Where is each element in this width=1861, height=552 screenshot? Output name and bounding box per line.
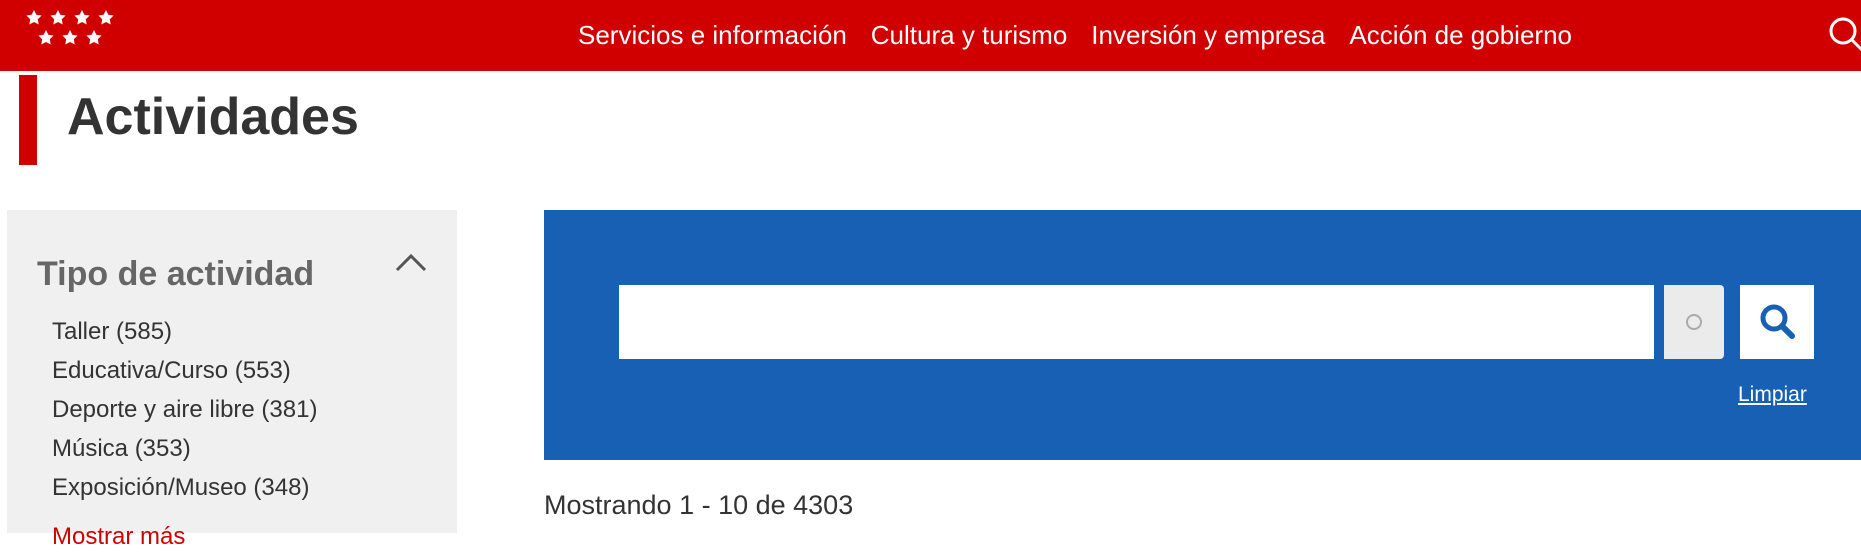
facet-title: Tipo de actividad — [37, 255, 315, 293]
facet-item-exposicion[interactable]: Exposición/Museo (348) — [52, 473, 317, 512]
nav-item-inversion[interactable]: Inversión y empresa — [1091, 20, 1325, 51]
facet-item-taller[interactable]: Taller (585) — [52, 317, 317, 356]
results-summary: Mostrando 1 - 10 de 4303 — [544, 490, 854, 520]
search-button[interactable] — [1740, 285, 1814, 359]
title-accent-bar — [19, 75, 37, 165]
show-more-link[interactable]: Mostrar más — [52, 522, 185, 552]
page-title: Actividades — [67, 88, 359, 146]
facet-list: Taller (585) Educativa/Curso (553) Depor… — [52, 317, 317, 512]
nav-item-servicios[interactable]: Servicios e información — [578, 20, 847, 51]
facet-item-educativa[interactable]: Educativa/Curso (553) — [52, 356, 317, 395]
search-icon — [1757, 301, 1797, 344]
filter-sidebar: Tipo de actividad Taller (585) Educativa… — [7, 210, 457, 550]
search-panel: Limpiar — [544, 210, 1861, 460]
clear-link[interactable]: Limpiar — [1738, 383, 1807, 407]
input-addon — [1664, 285, 1724, 359]
search-input[interactable] — [619, 285, 1654, 359]
facet-item-musica[interactable]: Música (353) — [52, 434, 317, 473]
chevron-up-icon[interactable] — [391, 248, 431, 278]
top-header: Servicios e información Cultura y turism… — [0, 0, 1861, 71]
search-icon[interactable] — [1826, 14, 1861, 54]
stars-logo-icon[interactable] — [22, 8, 118, 50]
main-nav: Servicios e información Cultura y turism… — [578, 0, 1596, 71]
nav-item-gobierno[interactable]: Acción de gobierno — [1349, 20, 1572, 51]
facet-item-deporte[interactable]: Deporte y aire libre (381) — [52, 395, 317, 434]
loading-indicator-icon — [1686, 314, 1702, 330]
nav-item-cultura[interactable]: Cultura y turismo — [871, 20, 1068, 51]
